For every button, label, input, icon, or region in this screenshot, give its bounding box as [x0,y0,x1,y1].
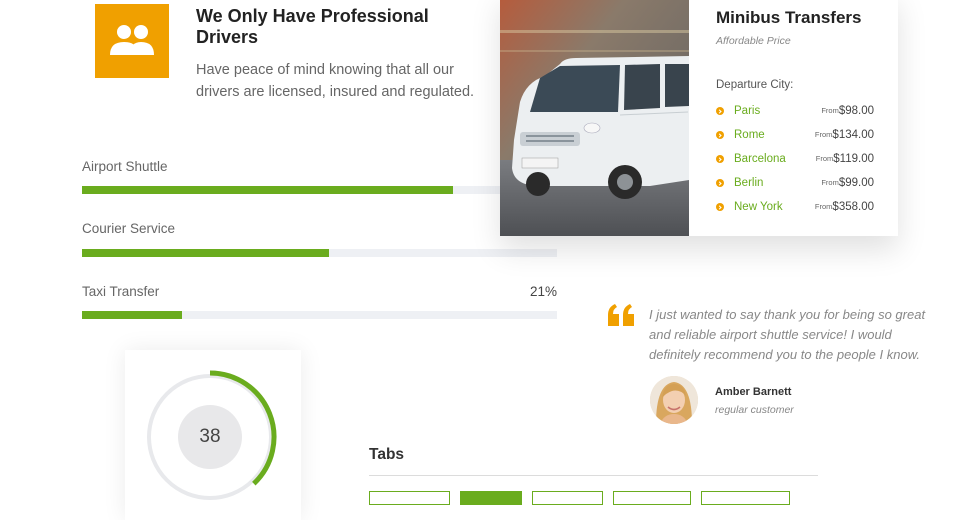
counter-value: 38 [199,426,221,447]
tab-3[interactable] [532,491,603,505]
tabs-divider [369,475,818,476]
counter-ring [147,370,277,500]
tab-1[interactable] [369,491,450,505]
tabs-title: Tabs [369,446,405,463]
tab-2[interactable] [460,491,522,505]
tab-4[interactable] [613,491,691,505]
tab-5[interactable] [701,491,790,505]
